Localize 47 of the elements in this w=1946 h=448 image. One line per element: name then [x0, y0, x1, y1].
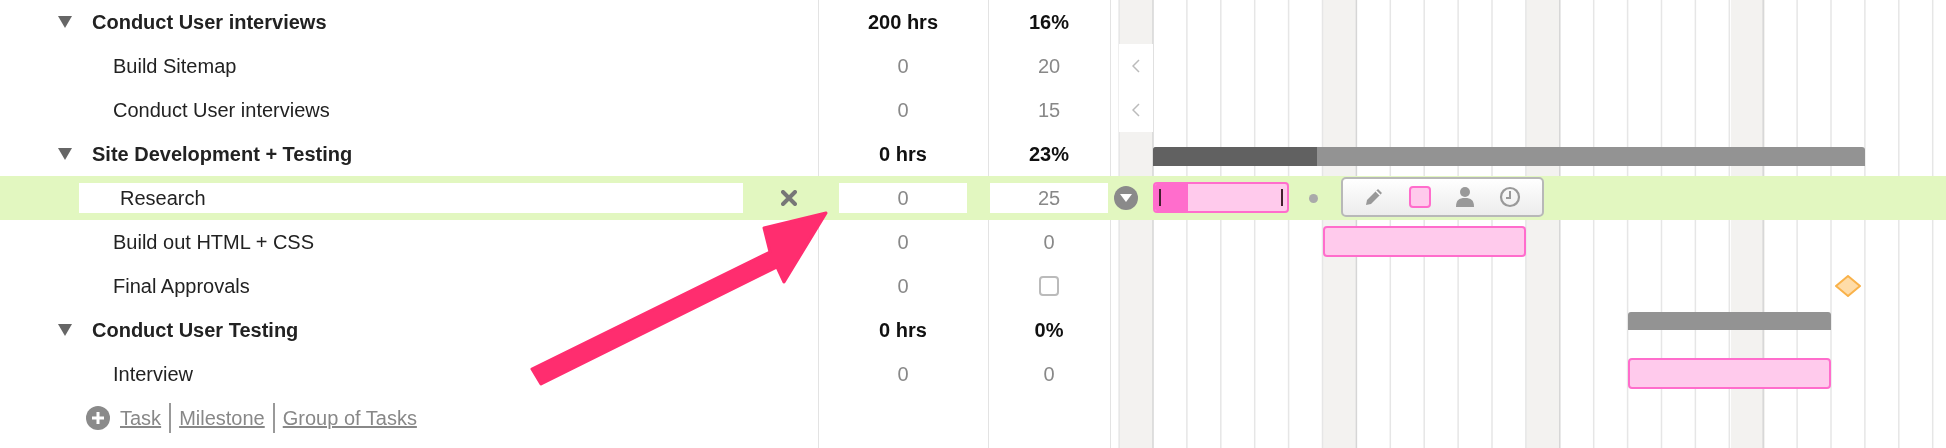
task-bar[interactable] — [1627, 358, 1831, 389]
percent-value: 0 — [1043, 362, 1055, 387]
task-name-field[interactable]: Research — [79, 183, 743, 213]
task-bar[interactable] — [1322, 226, 1526, 257]
hours-value: 200 hrs — [867, 10, 939, 35]
task-name: Build Sitemap — [113, 54, 237, 79]
hours-value: 0 — [897, 362, 909, 387]
percent-field[interactable]: 25 — [990, 183, 1108, 213]
percent-value: 15 — [1037, 98, 1061, 123]
hours-field[interactable]: 0 — [839, 183, 967, 213]
group-name: Conduct User interviews — [92, 10, 327, 35]
task-name: Interview — [113, 362, 194, 387]
completion-checkbox[interactable] — [1039, 276, 1059, 296]
group-name: Conduct User Testing — [92, 318, 299, 343]
task-name: Conduct User interviews — [113, 98, 330, 123]
add-link[interactable]: Group of Tasks — [282, 403, 417, 433]
percent-value: 0% — [1034, 318, 1064, 343]
person-icon[interactable] — [1455, 186, 1476, 208]
color-swatch[interactable] — [1408, 186, 1431, 208]
dropdown-icon[interactable] — [1114, 186, 1138, 210]
clock-icon[interactable] — [1499, 186, 1522, 208]
milestone-diamond[interactable] — [1835, 275, 1861, 297]
expand-toggle[interactable] — [58, 324, 72, 336]
group-name: Site Development + Testing — [92, 142, 353, 167]
percent-value: 0 — [1043, 230, 1055, 255]
link-handle-icon[interactable] — [1308, 194, 1318, 203]
resize-handle[interactable] — [1280, 189, 1283, 206]
task-name: Build out HTML + CSS — [113, 230, 314, 255]
resize-handle[interactable] — [1159, 189, 1161, 206]
milestone-name: Final Approvals — [113, 274, 250, 299]
expand-toggle[interactable] — [58, 16, 72, 28]
hours-value: 0 — [897, 54, 909, 79]
percent-value: 20 — [1037, 54, 1061, 79]
percent-value: 16% — [1029, 10, 1069, 35]
hours-value: 0 — [897, 230, 909, 255]
chevron-left-icon[interactable] — [1132, 59, 1140, 73]
add-link[interactable]: Milestone — [179, 403, 265, 433]
expand-toggle[interactable] — [58, 148, 72, 160]
add-link[interactable]: Task — [120, 403, 162, 433]
add-icon[interactable] — [86, 406, 110, 430]
chevron-left-icon[interactable] — [1132, 103, 1140, 117]
hours-value: 0 hrs — [879, 318, 927, 343]
delete-icon[interactable] — [781, 190, 797, 206]
hours-value: 0 — [897, 274, 909, 299]
percent-value: 23% — [1029, 142, 1069, 167]
hours-value: 0 hrs — [879, 142, 927, 167]
hours-value: 0 — [897, 98, 909, 123]
